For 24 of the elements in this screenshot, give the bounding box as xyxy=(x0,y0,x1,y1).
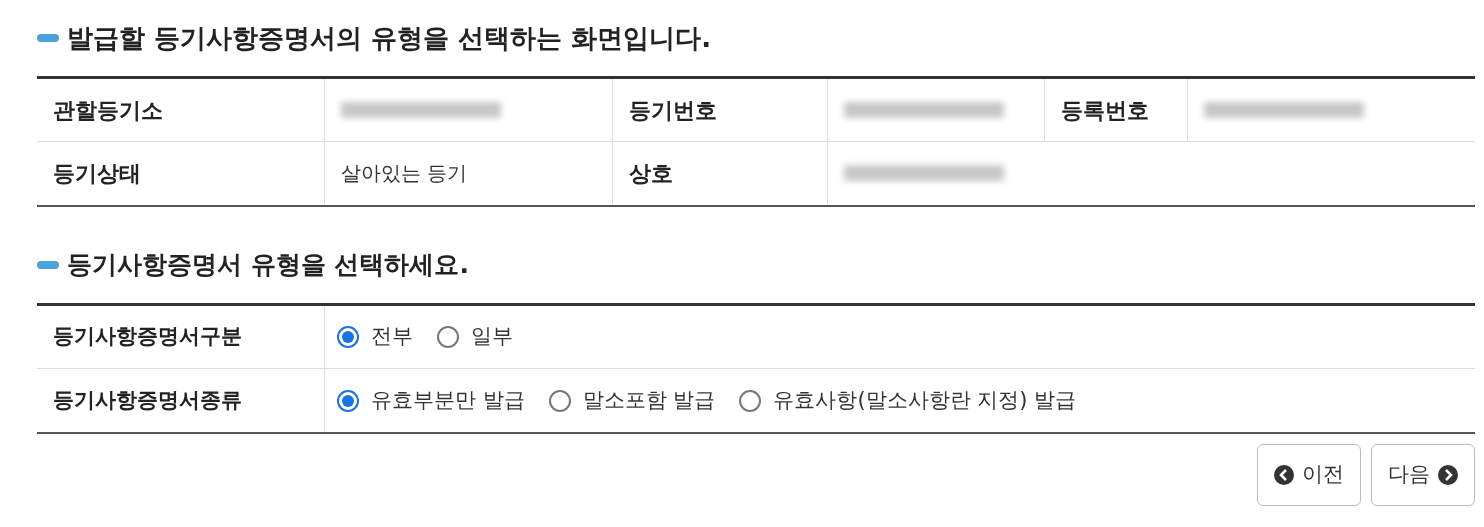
page-title: 발급할 등기사항증명서의 유형을 선택하는 화면입니다. xyxy=(67,21,712,55)
radio-button[interactable] xyxy=(739,389,762,412)
radio-option[interactable]: 일부 xyxy=(437,321,513,353)
next-button[interactable]: 다음 xyxy=(1371,444,1475,506)
header-cell-text: 등기상태 xyxy=(52,159,142,188)
header-cell-text: 등기번호 xyxy=(628,96,718,125)
radio-option[interactable]: 유효부분만 발급 xyxy=(337,384,525,417)
radio-button[interactable] xyxy=(337,389,359,412)
radio-button[interactable] xyxy=(437,326,459,348)
radio-button[interactable] xyxy=(548,389,571,412)
header-cell-text: 상호 xyxy=(628,159,674,188)
header-cell-text: 등록번호 xyxy=(1060,96,1150,125)
header-cell-text: 관할등기소 xyxy=(52,96,164,125)
previous-button[interactable]: 이전 xyxy=(1257,444,1361,506)
radio-option[interactable]: 말소포함 발급 xyxy=(548,384,716,417)
header-cell: 등기사항증명서종류 xyxy=(37,369,325,432)
section-title: 등기사항증명서 유형을 선택하세요. xyxy=(67,249,469,282)
radio-button[interactable] xyxy=(337,326,359,348)
radio-option[interactable]: 유효사항(말소사항란 지정) 발급 xyxy=(739,384,1077,417)
bullet-icon xyxy=(37,34,59,42)
bullet-icon xyxy=(37,261,59,269)
table-cell-text: 살아있는 등기 xyxy=(340,160,469,187)
radio-option[interactable]: 전부 xyxy=(337,321,413,353)
header-cell: 등기사항증명서구분 xyxy=(37,306,325,368)
